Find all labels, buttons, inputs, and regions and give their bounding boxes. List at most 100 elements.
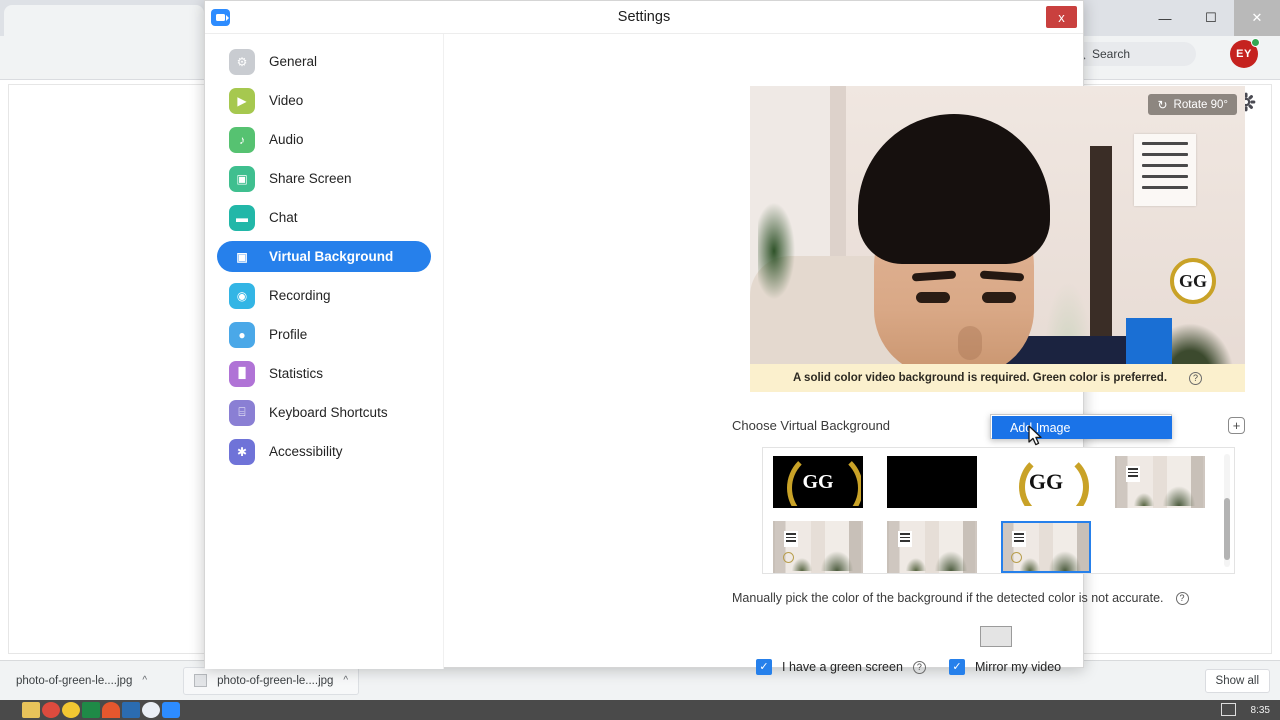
green-screen-checkbox-row[interactable]: ✓ I have a green screen ? <box>756 659 926 675</box>
sidebar-item-chat[interactable]: ▬ Chat <box>217 202 431 233</box>
download-item[interactable]: photo-of-green-le....jpg ^ <box>183 666 360 695</box>
powerpoint-icon[interactable] <box>102 702 120 718</box>
preview-person <box>858 114 1172 376</box>
sidebar-item-accessibility[interactable]: ✱ Accessibility <box>217 436 431 467</box>
bar-chart-icon: █ <box>229 360 255 387</box>
sidebar-item-label: Share Screen <box>269 171 352 186</box>
thumbnail-room-photo-2[interactable] <box>773 521 863 573</box>
settings-dialog: Settings x ⚙ General ▶ Video ♪ Audio ▣ S… <box>204 0 1245 675</box>
dialog-title: Settings <box>617 9 671 25</box>
rotate-90-button[interactable]: ↻ Rotate 90° <box>1148 94 1237 115</box>
manual-color-row: Manually pick the color of the backgroun… <box>732 591 1245 605</box>
video-preview: GG ↻ Rotate 90° <box>750 86 1245 376</box>
close-window-button[interactable]: ✕ <box>1234 0 1280 36</box>
mirror-video-checkbox[interactable]: ✓ <box>949 659 965 675</box>
search-placeholder-text: Search <box>1092 47 1131 61</box>
share-screen-icon: ▣ <box>229 165 255 192</box>
sidebar-item-label: Accessibility <box>269 444 343 459</box>
question-mark-icon[interactable]: ? <box>1175 591 1189 605</box>
taskbar: 8:35 <box>0 700 1280 720</box>
sidebar-item-audio[interactable]: ♪ Audio <box>217 124 431 155</box>
sidebar-item-recording[interactable]: ◉ Recording <box>217 280 431 311</box>
thumbnail-plant-icon <box>933 549 969 571</box>
sidebar-item-virtual-background[interactable]: ▣ Virtual Background <box>217 241 431 272</box>
question-mark-icon[interactable]: ? <box>1189 371 1203 385</box>
sidebar-item-profile[interactable]: ● Profile <box>217 319 431 350</box>
thumbnail-note-icon <box>1126 466 1140 482</box>
thumbnail-room-photo-4[interactable] <box>1001 521 1091 573</box>
download-item[interactable]: photo-of-green-le....jpg ^ <box>6 667 157 695</box>
sidebar-item-keyboard-shortcuts[interactable]: ⌸ Keyboard Shortcuts <box>217 397 431 428</box>
rotate-button-label: Rotate 90° <box>1173 98 1228 111</box>
sidebar-item-label: Statistics <box>269 366 324 381</box>
thumbnail-room-photo-1[interactable] <box>1115 456 1205 508</box>
screen-root: — ☐ ✕ Search EY photo-of-green-le....jpg… <box>0 0 1280 720</box>
record-circle-icon: ◉ <box>229 282 255 309</box>
dialog-close-button[interactable]: x <box>1046 6 1077 28</box>
thumbnail-plant-small-icon <box>1133 492 1155 506</box>
dialog-title-bar: Settings x <box>205 1 1083 34</box>
keyboard-icon: ⌸ <box>229 399 255 426</box>
sidebar-item-general[interactable]: ⚙ General <box>217 46 431 77</box>
sidebar-item-label: Keyboard Shortcuts <box>269 405 388 420</box>
thumbnail-note-icon <box>1012 531 1026 547</box>
word-icon[interactable] <box>122 702 140 718</box>
sidebar-item-share-screen[interactable]: ▣ Share Screen <box>217 163 431 194</box>
chat-bubble-icon: ▬ <box>229 204 255 231</box>
mirror-video-checkbox-row[interactable]: ✓ Mirror my video <box>949 659 1061 675</box>
manual-color-label: Manually pick the color of the backgroun… <box>732 591 1164 605</box>
file-explorer-icon[interactable] <box>22 702 40 718</box>
thumbnail-plant-icon <box>819 549 855 571</box>
dialog-body: ⚙ General ▶ Video ♪ Audio ▣ Share Screen… <box>205 34 1245 675</box>
preview-wall-note <box>1134 134 1196 206</box>
media-player-icon[interactable] <box>142 702 160 718</box>
virtual-background-grid: GG GG <box>762 447 1235 574</box>
color-picker-swatch[interactable] <box>980 626 1012 647</box>
thumbnail-logo-text: GG <box>1028 469 1064 494</box>
preview-eyebrow-left <box>911 270 957 282</box>
excel-icon[interactable] <box>82 702 100 718</box>
chevron-up-icon[interactable]: ^ <box>343 675 348 686</box>
headphones-icon: ♪ <box>229 126 255 153</box>
chevron-up-icon[interactable]: ^ <box>142 675 147 686</box>
zoom-icon[interactable] <box>162 702 180 718</box>
maximize-button[interactable]: ☐ <box>1188 0 1234 36</box>
window-controls: — ☐ ✕ <box>1142 0 1280 36</box>
preview-person-hair <box>858 114 1050 264</box>
thumbnail-gg-logo-dark[interactable]: GG <box>773 456 863 508</box>
show-all-downloads-button[interactable]: Show all <box>1204 669 1270 693</box>
video-camera-icon: ▶ <box>229 87 255 114</box>
minimize-button[interactable]: — <box>1142 0 1188 36</box>
menu-item-add-image[interactable]: Add Image <box>992 416 1172 439</box>
download-thumbnail-icon <box>194 674 208 687</box>
folder-yellow-icon[interactable] <box>62 702 80 718</box>
sidebar-item-statistics[interactable]: █ Statistics <box>217 358 431 389</box>
green-screen-checkbox[interactable]: ✓ <box>756 659 772 675</box>
context-menu: Add Image <box>990 414 1172 439</box>
accessibility-icon: ✱ <box>229 438 255 465</box>
keyboard-tray-icon[interactable] <box>1221 703 1236 716</box>
mirror-video-checkbox-label: Mirror my video <box>975 660 1062 674</box>
sidebar-item-label: Audio <box>269 132 304 147</box>
gear-icon: ⚙ <box>229 48 255 75</box>
green-screen-checkbox-label: I have a green screen <box>782 660 903 674</box>
search-input[interactable]: Search <box>1066 42 1196 66</box>
plus-icon[interactable]: + <box>1228 416 1245 434</box>
thumbnail-room-photo-3[interactable] <box>887 521 977 573</box>
rotate-icon: ↻ <box>1157 97 1168 112</box>
sidebar-item-label: Virtual Background <box>269 249 394 264</box>
thumbnail-note-icon <box>898 531 912 547</box>
thumbnail-black-background[interactable] <box>887 456 977 508</box>
download-file-name: photo-of-green-le....jpg <box>217 674 334 687</box>
thumbnail-scrollbar[interactable] <box>1224 454 1230 567</box>
chrome-icon[interactable] <box>42 702 60 718</box>
thumbnail-plant-small-icon <box>905 557 927 571</box>
thumbnail-gg-logo-white[interactable]: GG <box>1001 456 1091 508</box>
question-mark-icon[interactable]: ? <box>912 660 926 674</box>
browser-tab[interactable] <box>4 5 204 36</box>
sidebar-item-label: Recording <box>269 288 331 303</box>
taskbar-icons <box>0 702 180 718</box>
preview-wall-logo: GG <box>1170 258 1216 304</box>
sidebar-item-video[interactable]: ▶ Video <box>217 85 431 116</box>
thumbnail-scrollbar-thumb[interactable] <box>1224 498 1230 560</box>
